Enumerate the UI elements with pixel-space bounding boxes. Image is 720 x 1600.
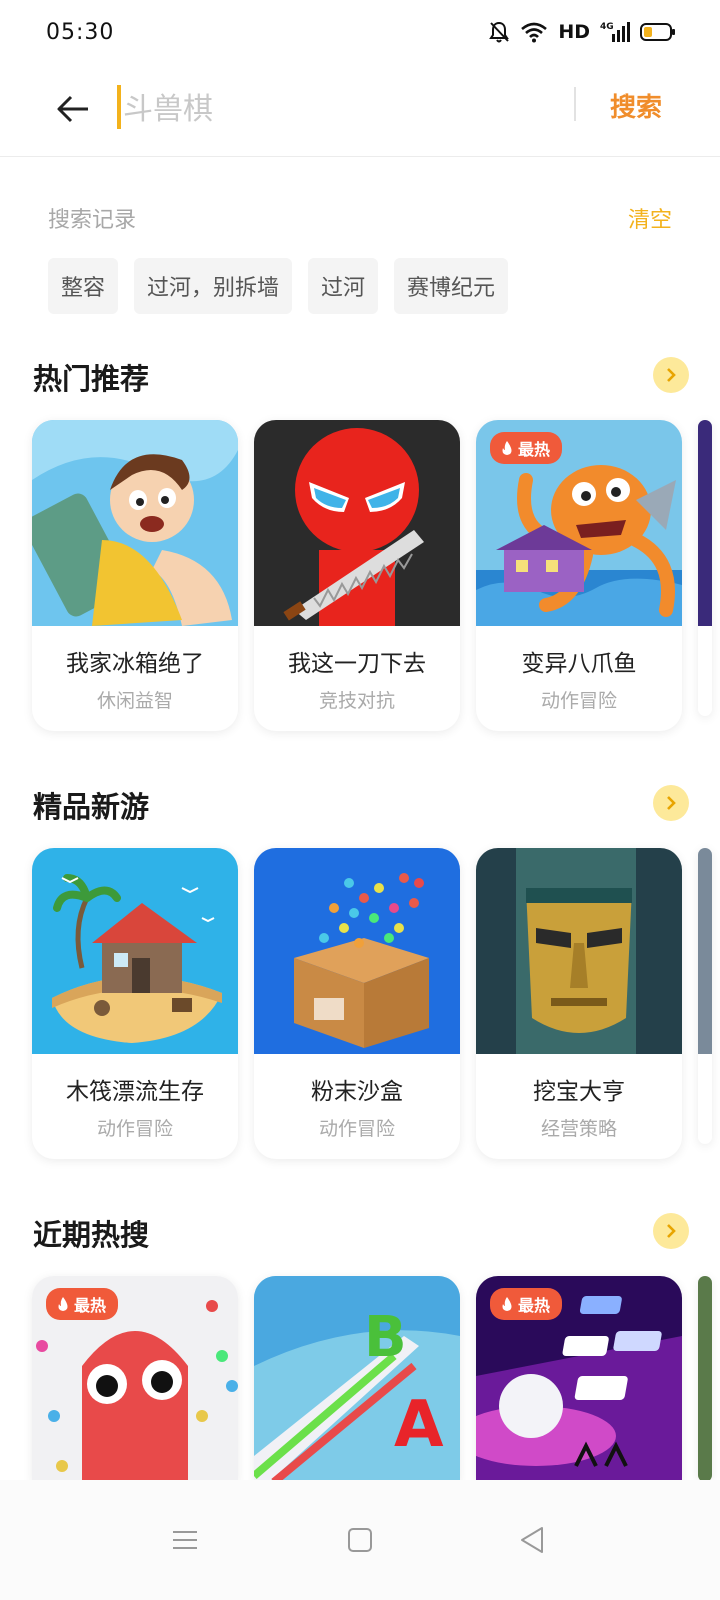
square-icon (348, 1528, 372, 1552)
fire-icon (58, 1297, 68, 1311)
clear-history-button[interactable]: 清空 (628, 202, 672, 234)
game-card-peek[interactable] (698, 420, 712, 716)
more-button[interactable] (653, 357, 689, 393)
hot-badge: 最热 (490, 1288, 563, 1320)
game-icon (254, 420, 460, 626)
system-nav-bar (0, 1480, 720, 1600)
game-card[interactable]: 我这一刀下去 竞技对抗 (254, 420, 460, 731)
game-name: 我家冰箱绝了 (66, 651, 204, 677)
network-label: HD (558, 21, 590, 43)
nav-back-button[interactable] (502, 1510, 562, 1570)
game-icon (32, 420, 238, 626)
game-category: 动作冒险 (318, 1118, 395, 1140)
section-recent-hot-search: 近期热搜 最热 B A 最热 (0, 1206, 720, 1480)
game-icon: B A (254, 1276, 460, 1480)
status-time: 05:30 (46, 20, 115, 45)
game-name: 变异八爪鱼 (521, 651, 637, 677)
game-card[interactable]: 最热 (32, 1276, 238, 1480)
arrow-left-icon (57, 95, 88, 123)
more-button[interactable] (653, 1213, 689, 1249)
chevron-right-icon (667, 368, 676, 382)
section-hot-recommend: 热门推荐 我家冰箱绝了 休闲益智 我这一刀下去 竞技对抗 最热 变异八爪鱼 动作… (0, 350, 720, 731)
section-title: 精品新游 (33, 790, 150, 824)
more-button[interactable] (653, 785, 689, 821)
game-name: 粉末沙盒 (311, 1079, 403, 1105)
section-title: 近期热搜 (33, 1218, 150, 1252)
game-icon (254, 848, 460, 1054)
game-category: 动作冒险 (540, 690, 617, 712)
history-chip[interactable]: 整容 (48, 258, 119, 314)
svg-text:A: A (394, 1388, 444, 1462)
svg-text:B: B (364, 1305, 407, 1370)
game-icon (32, 848, 238, 1054)
hot-badge: 最热 (46, 1288, 119, 1320)
game-name: 我这一刀下去 (288, 651, 426, 677)
nav-home-button[interactable] (330, 1510, 390, 1570)
section-featured-new: 精品新游 木筏漂流生存 动作冒险 粉末沙盒 动作冒险 挖宝大亨 经营策略 (0, 778, 720, 1159)
search-input[interactable] (119, 84, 553, 134)
nav-menu-button[interactable] (155, 1510, 215, 1570)
status-icons: HD 4G (488, 20, 676, 44)
fire-icon (502, 441, 512, 455)
header-divider (574, 87, 576, 121)
history-chip[interactable]: 过河 (308, 258, 379, 314)
game-icon (476, 848, 682, 1054)
badge-label: 最热 (518, 1296, 551, 1315)
badge-label: 最热 (74, 1296, 107, 1315)
status-bar: 05:30 HD 4G (0, 0, 720, 70)
game-card-row: 最热 B A 最热 (32, 1276, 712, 1480)
menu-icon (173, 1531, 197, 1549)
chevron-right-icon (667, 1224, 676, 1238)
game-card[interactable]: 最热 (476, 1276, 682, 1480)
game-card[interactable]: 木筏漂流生存 动作冒险 (32, 848, 238, 1159)
search-button[interactable]: 搜索 (610, 87, 662, 124)
back-button[interactable] (50, 86, 96, 132)
game-card-row: 木筏漂流生存 动作冒险 粉末沙盒 动作冒险 挖宝大亨 经营策略 (32, 848, 712, 1159)
section-title: 热门推荐 (33, 362, 150, 396)
history-title: 搜索记录 (48, 208, 137, 233)
game-card[interactable]: 挖宝大亨 经营策略 (476, 848, 682, 1159)
history-chip[interactable]: 过河，别拆墙 (134, 258, 293, 314)
battery-icon (640, 23, 675, 41)
game-category: 休闲益智 (96, 690, 173, 712)
mute-bell-icon (489, 21, 510, 43)
game-card-row: 我家冰箱绝了 休闲益智 我这一刀下去 竞技对抗 最热 变异八爪鱼 动作冒险 (32, 420, 712, 731)
game-card[interactable]: 我家冰箱绝了 休闲益智 (32, 420, 238, 731)
history-chips: 整容 过河，别拆墙 过河 赛博纪元 (48, 258, 509, 314)
triangle-back-icon (521, 1527, 543, 1553)
game-name: 木筏漂流生存 (66, 1079, 204, 1105)
badge-label: 最热 (518, 440, 551, 459)
fire-icon (502, 1297, 512, 1311)
game-card-peek[interactable] (698, 848, 712, 1144)
history-chip[interactable]: 赛博纪元 (394, 258, 509, 314)
chevron-right-icon (667, 796, 676, 810)
search-header: 搜索 (0, 70, 720, 157)
wifi-icon (521, 22, 548, 43)
game-category: 经营策略 (540, 1118, 617, 1140)
hot-badge: 最热 (490, 432, 563, 464)
game-card[interactable]: 粉末沙盒 动作冒险 (254, 848, 460, 1159)
game-card-peek[interactable] (698, 1276, 712, 1480)
game-category: 动作冒险 (96, 1118, 173, 1140)
signal-icon: 4G (600, 22, 630, 42)
game-card[interactable]: B A (254, 1276, 460, 1480)
game-category: 竞技对抗 (318, 690, 395, 712)
game-name: 挖宝大亨 (533, 1079, 625, 1105)
svg-text:4G: 4G (600, 22, 614, 32)
game-card[interactable]: 最热 变异八爪鱼 动作冒险 (476, 420, 682, 731)
